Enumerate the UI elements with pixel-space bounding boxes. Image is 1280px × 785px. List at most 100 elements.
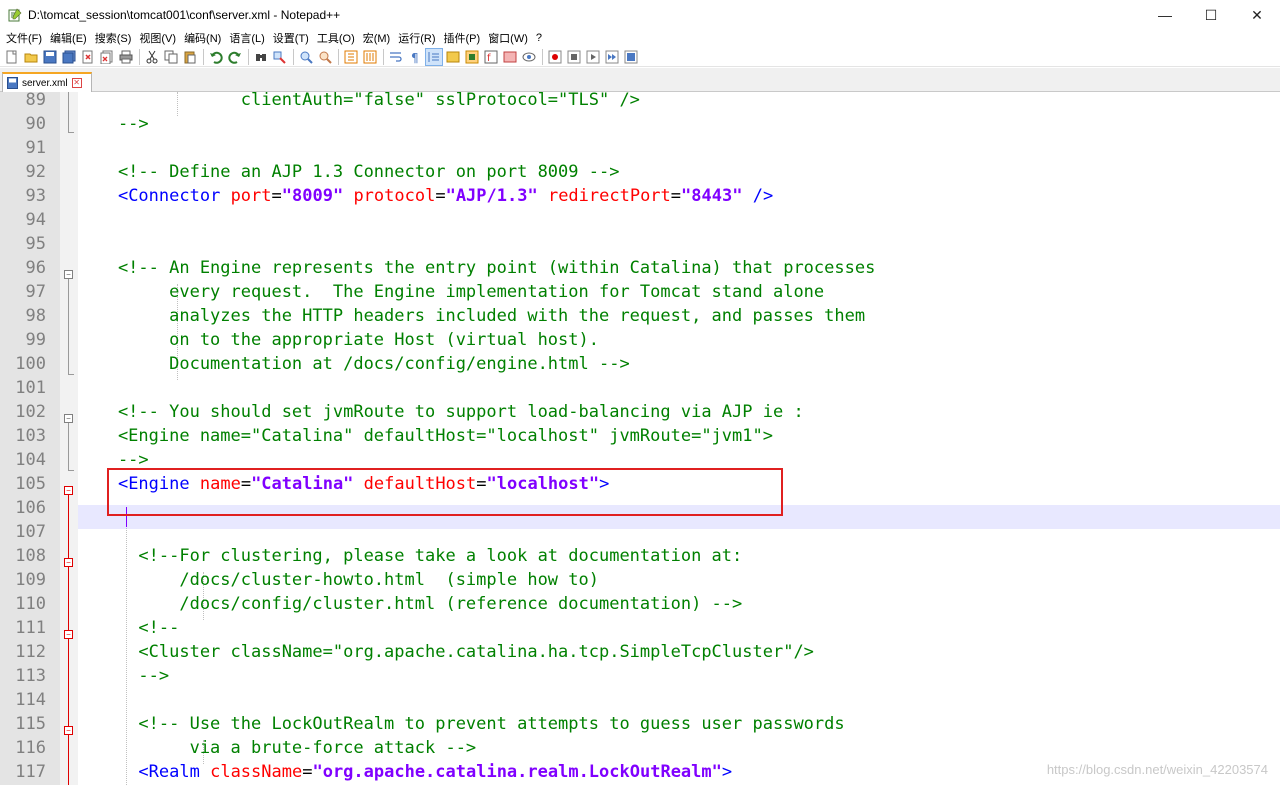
code-line[interactable]: 114 xyxy=(0,688,1280,712)
code-line[interactable]: 93 <Connector port="8009" protocol="AJP/… xyxy=(0,184,1280,208)
replace-icon[interactable] xyxy=(272,49,288,65)
code-line[interactable]: 116 via a brute-force attack --> xyxy=(0,736,1280,760)
code-line[interactable]: 107 xyxy=(0,520,1280,544)
code-line[interactable]: 91 xyxy=(0,136,1280,160)
code-line[interactable]: 90 --> xyxy=(0,112,1280,136)
code-line[interactable]: 102 <!-- You should set jvmRoute to supp… xyxy=(0,400,1280,424)
undo-icon[interactable] xyxy=(208,49,224,65)
code-token: "8443" xyxy=(681,186,743,206)
line-number: 114 xyxy=(15,690,46,710)
menu-item[interactable]: 文件(F) xyxy=(6,30,42,46)
tab-close-icon[interactable]: ✕ xyxy=(71,78,82,88)
code-line[interactable]: 98 analyzes the HTTP headers included wi… xyxy=(0,304,1280,328)
monitoring-icon[interactable] xyxy=(521,49,537,65)
code-line[interactable]: 108 <!--For clustering, please take a lo… xyxy=(0,544,1280,568)
copy-icon[interactable] xyxy=(163,49,179,65)
save-all-icon[interactable] xyxy=(61,49,77,65)
save-icon[interactable] xyxy=(42,49,58,65)
code-token: <Cluster className="org.apache.catalina.… xyxy=(77,642,814,662)
line-text: /docs/config/cluster.html (reference doc… xyxy=(77,592,742,616)
menu-item[interactable]: 设置(T) xyxy=(273,30,309,46)
window-title: D:\tomcat_session\tomcat001\conf\server.… xyxy=(28,8,341,22)
menu-item[interactable]: ? xyxy=(536,32,542,44)
code-line[interactable]: 99 on to the appropriate Host (virtual h… xyxy=(0,328,1280,352)
menu-item[interactable]: 编码(N) xyxy=(184,30,221,46)
code-line[interactable]: 112 <Cluster className="org.apache.catal… xyxy=(0,640,1280,664)
code-token: <!-- You should set jvmRoute to support … xyxy=(77,402,804,422)
sync-vertical-icon[interactable] xyxy=(343,49,359,65)
tab-server-xml[interactable]: server.xml ✕ xyxy=(2,72,92,92)
code-token: <!-- Define an AJP 1.3 Connector on port… xyxy=(77,162,620,182)
find-icon[interactable] xyxy=(253,49,269,65)
print-icon[interactable] xyxy=(118,49,134,65)
line-number: 100 xyxy=(15,354,46,374)
zoom-in-icon[interactable] xyxy=(298,49,314,65)
function-list-icon[interactable]: f xyxy=(483,49,499,65)
code-token: <Connector xyxy=(117,186,221,206)
save-macro-icon[interactable] xyxy=(623,49,639,65)
cut-icon[interactable] xyxy=(144,49,160,65)
code-line[interactable]: 94 xyxy=(0,208,1280,232)
paste-icon[interactable] xyxy=(182,49,198,65)
new-file-icon[interactable] xyxy=(4,49,20,65)
open-file-icon[interactable] xyxy=(23,49,39,65)
code-token: <!--For clustering, please take a look a… xyxy=(77,546,743,566)
editor[interactable]: − − − − − − 89 clientAuth="false" sslPro… xyxy=(0,92,1280,785)
menu-item[interactable]: 宏(M) xyxy=(363,30,391,46)
sync-horizontal-icon[interactable] xyxy=(362,49,378,65)
code-line[interactable]: 110 /docs/config/cluster.html (reference… xyxy=(0,592,1280,616)
menu-item[interactable]: 窗口(W) xyxy=(488,30,528,46)
code-line[interactable]: 95 xyxy=(0,232,1280,256)
menu-item[interactable]: 编辑(E) xyxy=(50,30,87,46)
notepad-plus-plus-icon xyxy=(8,8,22,22)
code-line[interactable]: 113 --> xyxy=(0,664,1280,688)
close-file-icon[interactable] xyxy=(80,49,96,65)
minimize-button[interactable]: — xyxy=(1142,0,1188,30)
line-text: <!-- Define an AJP 1.3 Connector on port… xyxy=(77,160,620,184)
title-bar: D:\tomcat_session\tomcat001\conf\server.… xyxy=(0,0,1280,30)
word-wrap-icon[interactable] xyxy=(388,49,404,65)
code-line[interactable]: 92 <!-- Define an AJP 1.3 Connector on p… xyxy=(0,160,1280,184)
menu-item[interactable]: 运行(R) xyxy=(398,30,435,46)
playback-icon[interactable] xyxy=(585,49,601,65)
zoom-out-icon[interactable] xyxy=(317,49,333,65)
redo-icon[interactable] xyxy=(227,49,243,65)
line-text: --> xyxy=(77,112,149,136)
menu-item[interactable]: 视图(V) xyxy=(139,30,176,46)
code-token: <!-- An Engine represents the entry poin… xyxy=(77,258,876,278)
show-all-characters-icon[interactable]: ¶ xyxy=(407,49,423,65)
stop-recording-icon[interactable] xyxy=(566,49,582,65)
code-line[interactable]: 100 Documentation at /docs/config/engine… xyxy=(0,352,1280,376)
line-text: on to the appropriate Host (virtual host… xyxy=(77,328,599,352)
menu-item[interactable]: 工具(O) xyxy=(317,30,355,46)
run-macro-multiple-icon[interactable] xyxy=(604,49,620,65)
code-line[interactable]: 101 xyxy=(0,376,1280,400)
code-line[interactable]: 96 <!-- An Engine represents the entry p… xyxy=(0,256,1280,280)
doc-map-icon[interactable] xyxy=(464,49,480,65)
menu-bar: 文件(F) 编辑(E) 搜索(S) 视图(V) 编码(N) 语言(L) 设置(T) 工具(O)… xyxy=(0,30,1280,46)
code-line[interactable]: 89 clientAuth="false" sslProtocol="TLS" … xyxy=(0,92,1280,112)
line-number: 96 xyxy=(25,258,46,278)
line-number: 115 xyxy=(15,714,46,734)
menu-item[interactable]: 搜索(S) xyxy=(95,30,132,46)
code-line[interactable]: 115 <!-- Use the LockOutRealm to prevent… xyxy=(0,712,1280,736)
line-text: /docs/cluster-howto.html (simple how to) xyxy=(77,568,599,592)
maximize-button[interactable]: ☐ xyxy=(1188,0,1234,30)
code-line[interactable]: 111 <!-- xyxy=(0,616,1280,640)
close-all-icon[interactable] xyxy=(99,49,115,65)
indent-guide-icon[interactable] xyxy=(425,47,443,66)
user-language-icon[interactable] xyxy=(445,49,461,65)
code-line[interactable]: 109 /docs/cluster-howto.html (simple how… xyxy=(0,568,1280,592)
menu-item[interactable]: 插件(P) xyxy=(444,30,481,46)
record-macro-icon[interactable] xyxy=(547,49,563,65)
folder-as-workspace-icon[interactable] xyxy=(502,49,518,65)
menu-item[interactable]: 语言(L) xyxy=(229,30,264,46)
line-text: <!-- xyxy=(77,616,179,640)
close-button[interactable]: ✕ xyxy=(1234,0,1280,30)
code-token: <Realm xyxy=(138,762,200,782)
code-line[interactable]: 103 <Engine name="Catalina" defaultHost=… xyxy=(0,424,1280,448)
code-line[interactable]: 97 every request. The Engine implementat… xyxy=(0,280,1280,304)
line-text: <Connector port="8009" protocol="AJP/1.3… xyxy=(77,184,773,208)
